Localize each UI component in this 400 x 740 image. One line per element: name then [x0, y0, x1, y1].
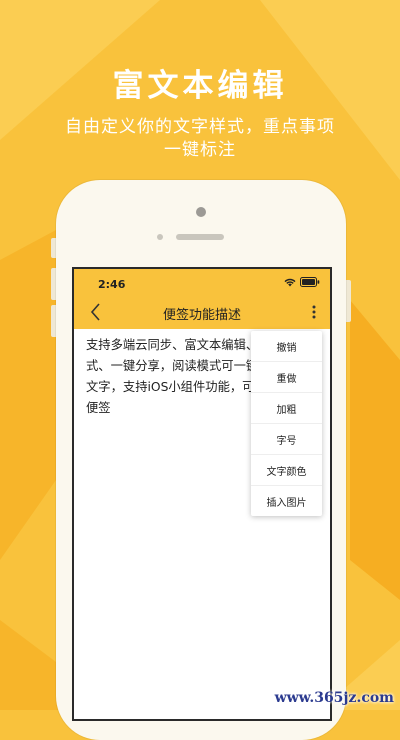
battery-icon [300, 277, 320, 287]
earpiece-speaker [176, 234, 224, 240]
promo-subline: 自由定义你的文字样式，重点事项 [65, 117, 335, 137]
promo-headline: 富文本编辑 [112, 68, 288, 104]
status-bar: 2:46 [74, 269, 330, 295]
menu-item-font-size[interactable]: 字号 [251, 424, 322, 455]
front-camera [196, 207, 206, 217]
app-screen: 2:46 便签功能描述 支持多端云同步、富文本编辑、 式、一键分享，阅读模式可一… [72, 267, 332, 721]
promo-subline-continued: 一键标注 [164, 140, 236, 160]
power-button [346, 280, 351, 322]
menu-item-insert-image[interactable]: 插入图片 [251, 486, 322, 516]
status-icons [284, 277, 320, 287]
menu-item-bold[interactable]: 加粗 [251, 393, 322, 424]
wifi-icon [284, 278, 296, 286]
more-vertical-icon[interactable] [306, 301, 322, 323]
format-menu: 撤销 重做 加粗 字号 文字颜色 插入图片 [251, 331, 322, 516]
menu-item-undo[interactable]: 撤销 [251, 331, 322, 362]
menu-item-text-color[interactable]: 文字颜色 [251, 455, 322, 486]
site-watermark: www.365jz.com [274, 690, 394, 706]
nav-bar: 便签功能描述 [74, 295, 330, 329]
status-time: 2:46 [98, 278, 126, 291]
page-title: 便签功能描述 [162, 308, 241, 323]
menu-item-redo[interactable]: 重做 [251, 362, 322, 393]
proximity-sensor [157, 234, 163, 240]
